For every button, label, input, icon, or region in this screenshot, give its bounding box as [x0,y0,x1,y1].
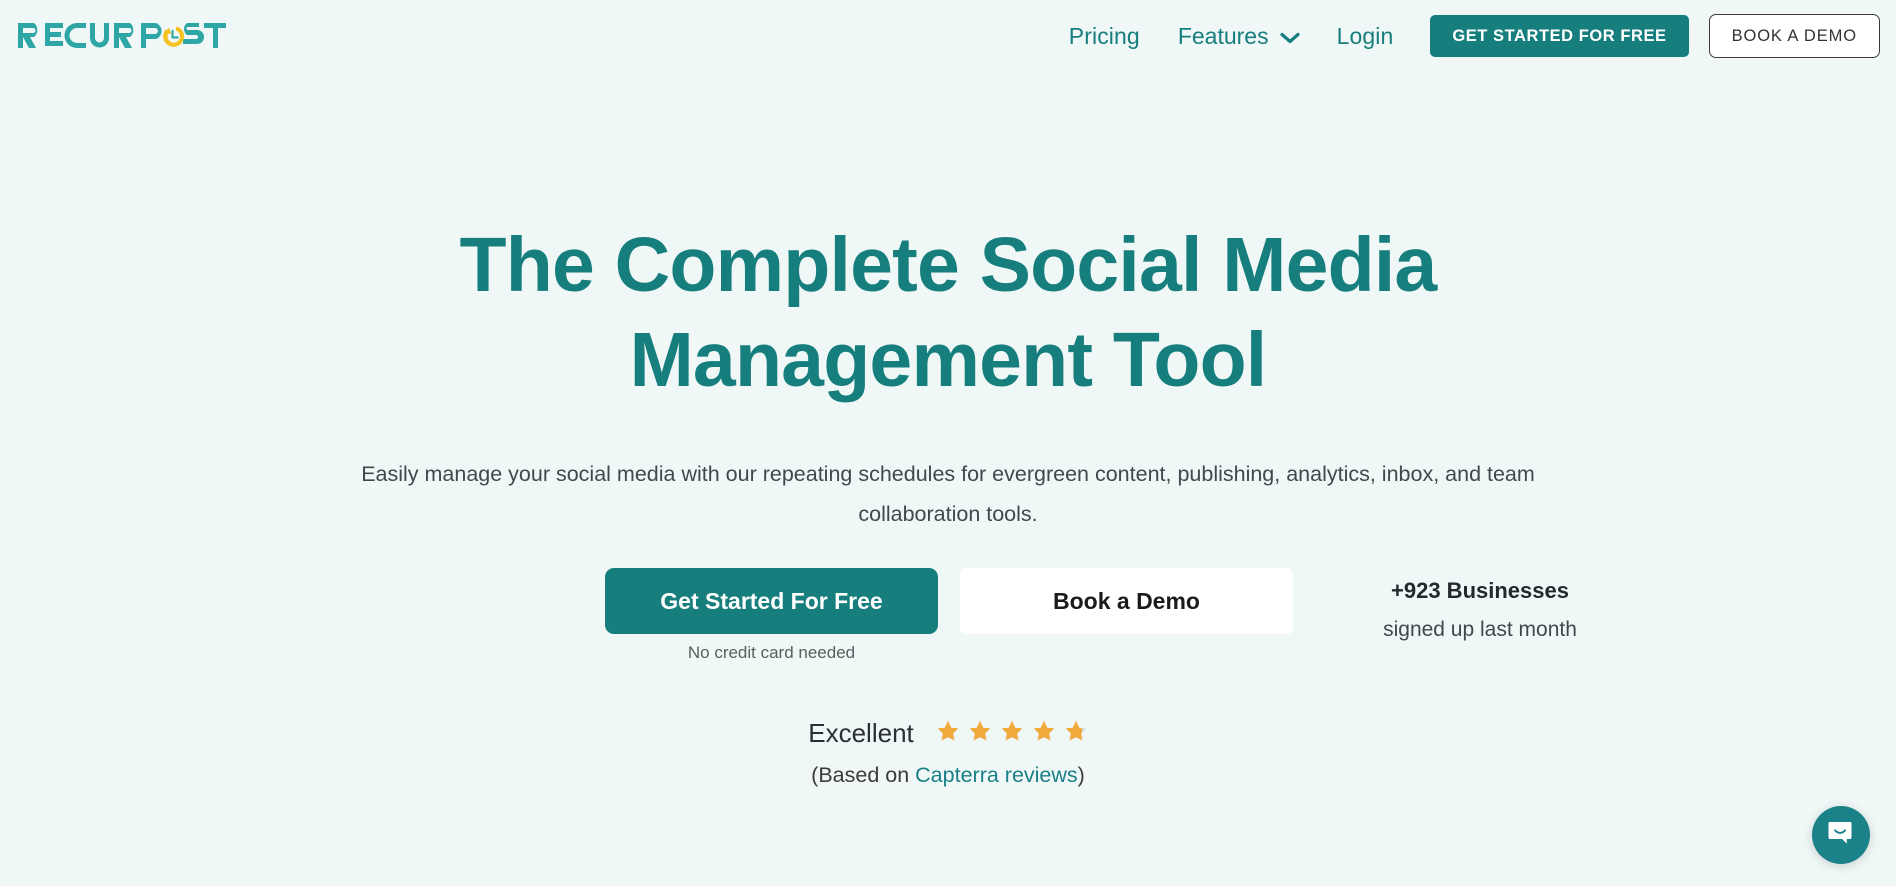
rating-section: Excellent (Based on Capterra reviews) [0,718,1896,788]
hero-title-line-1: The Complete Social Media [459,222,1438,308]
star-icon [968,719,992,748]
hero-get-started-button[interactable]: Get Started For Free [605,568,938,634]
nav-dropdown-features-label: Features [1177,23,1269,49]
recurpost-logo-icon [18,23,226,48]
chat-launcher-button[interactable] [1812,806,1870,864]
no-credit-card-note: No credit card needed [687,643,856,662]
brand-logo[interactable] [18,14,228,60]
nav-dropdown-features[interactable]: Features [1159,16,1318,56]
chat-bubble-smile-icon [1826,818,1856,853]
header-book-demo-button[interactable]: BOOK A DEMO [1708,14,1880,58]
hero-subtitle: Easily manage your social media with our… [361,462,1535,526]
businesses-subtext: signed up last month [1383,618,1577,641]
hero-title-line-2: Management Tool [629,317,1268,403]
nav-link-login[interactable]: Login [1318,16,1413,56]
rating-caption-suffix: ) [1077,763,1085,787]
nav-link-pricing[interactable]: Pricing [1050,16,1159,56]
businesses-signup-stat: +923 Businesses signed up last month [1330,576,1630,648]
hero-book-demo-button[interactable]: Book a Demo [960,568,1293,634]
hero-cta-row: Get Started For Free Book a Demo No cred… [0,568,1896,678]
star-icon [1000,719,1024,748]
star-icon-partial [1064,719,1088,748]
hero-section: The Complete Social Media Management Too… [0,72,1896,662]
rating-word: Excellent [808,718,914,748]
site-header: Pricing Features Login GET STARTED FOR F… [0,0,1896,72]
hero-cta-buttons: Get Started For Free Book a Demo [605,568,1293,634]
rating-caption: (Based on Capterra reviews) [0,749,1896,788]
header-get-started-button[interactable]: GET STARTED FOR FREE [1430,15,1689,57]
star-icon [936,719,960,748]
rating-caption-prefix: (Based on [811,763,916,787]
rating-row: Excellent [808,718,1088,749]
rating-stars [936,719,1088,748]
page-root: Pricing Features Login GET STARTED FOR F… [0,0,1896,886]
businesses-count: +923 Businesses [1391,578,1569,603]
clock-refresh-icon [163,26,185,47]
chevron-down-icon [1279,31,1300,44]
star-icon [1032,719,1056,748]
hero-title: The Complete Social Media Management Too… [0,72,1896,408]
capterra-reviews-link[interactable]: Capterra reviews [915,763,1078,787]
primary-navigation: Pricing Features Login GET STARTED FOR F… [1050,14,1880,58]
